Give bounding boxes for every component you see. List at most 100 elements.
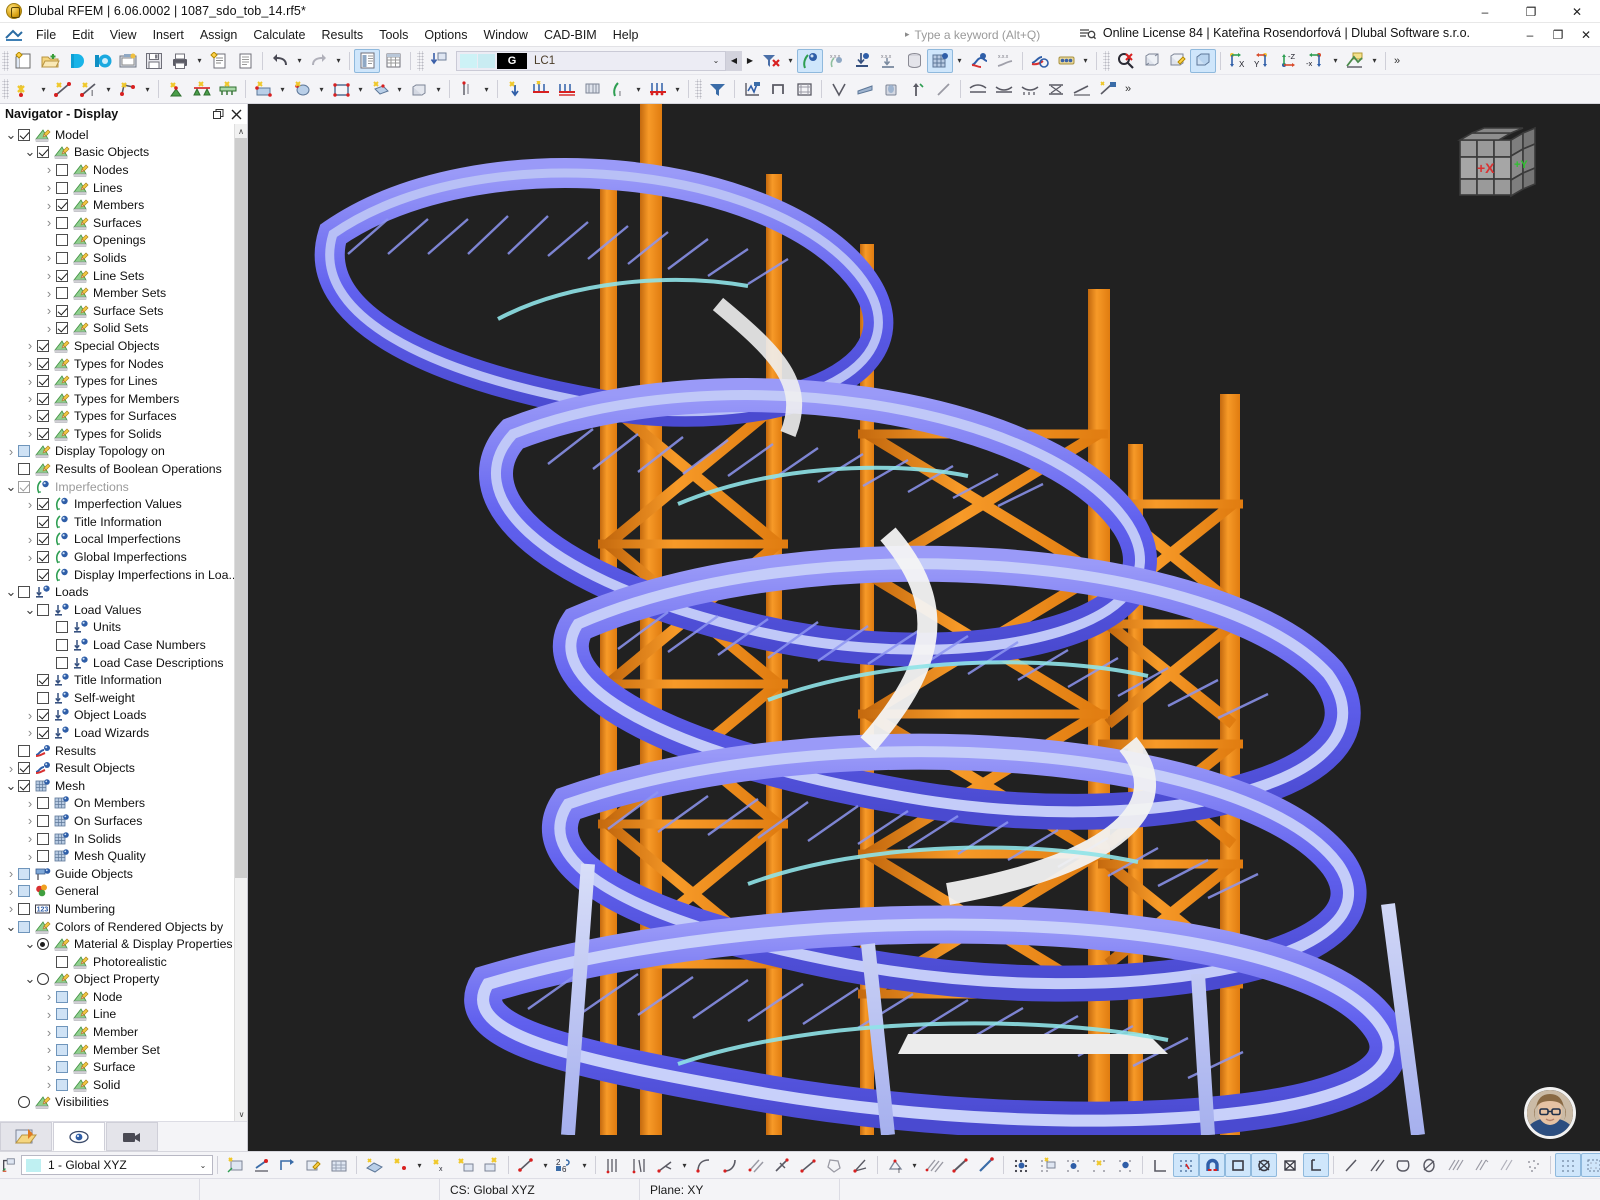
select-all-button[interactable] (1112, 1153, 1138, 1177)
cs-dropdown-caret[interactable]: ⌄ (194, 1161, 212, 1170)
solid-dropdown-caret[interactable]: ▾ (315, 77, 328, 101)
parallel-snap-button[interactable] (1364, 1153, 1390, 1177)
tree-radio[interactable] (37, 973, 49, 986)
object-snap-settings-button[interactable]: I (882, 1153, 908, 1177)
tree-item-guide-objects[interactable]: Guide Objects (0, 865, 234, 883)
3d-viewport[interactable]: +X +Y (248, 104, 1600, 1151)
tree-item-visibilities[interactable]: Visibilities (0, 1094, 234, 1112)
tree-radio[interactable] (18, 1096, 30, 1109)
tree-item-on-members[interactable]: On Members (0, 795, 234, 813)
open-model-button[interactable] (37, 49, 63, 73)
view-in-minus-z-direction-button[interactable]: -Z (1277, 49, 1303, 73)
select-by-type-button[interactable] (1060, 1153, 1086, 1177)
view-in-minus-x-direction-button[interactable]: -x (1303, 49, 1329, 73)
tree-item-photorealistic[interactable]: Photorealistic (0, 953, 234, 971)
tree-item-special-objects[interactable]: Special Objects (0, 337, 234, 355)
tree-twisty-collapsed-icon[interactable] (42, 197, 56, 214)
doc-minimize-button[interactable]: – (1516, 23, 1544, 47)
tree-item-on-surfaces[interactable]: On Surfaces (0, 812, 234, 830)
mesh-dropdown-caret[interactable]: ▾ (953, 49, 966, 73)
tree-twisty-collapsed-icon[interactable] (42, 302, 56, 319)
menu-results[interactable]: Results (314, 24, 372, 46)
snap-to-object-button[interactable] (452, 1153, 478, 1177)
edit-coordinate-system-button[interactable] (300, 1153, 326, 1177)
new-imperfection-button[interactable]: I (606, 77, 632, 101)
member-internal-forces-button[interactable] (991, 77, 1017, 101)
tree-checkbox[interactable] (56, 181, 68, 194)
arc-snap-button[interactable] (1390, 1153, 1416, 1177)
undo-button[interactable] (267, 49, 293, 73)
tree-item-global-imperfections[interactable]: Global Imperfections (0, 548, 234, 566)
tree-checkbox[interactable] (37, 814, 49, 827)
tree-twisty-expanded-icon[interactable] (23, 971, 37, 988)
new-rigid-link-button[interactable] (454, 77, 480, 101)
tree-item-title-information[interactable]: Title Information (0, 671, 234, 689)
tree-twisty-expanded-icon[interactable] (23, 936, 37, 953)
tree-checkbox[interactable] (18, 885, 30, 898)
tree-checkbox[interactable] (37, 709, 49, 722)
tree-twisty-collapsed-icon[interactable] (42, 161, 56, 178)
visibility-dropdown-caret[interactable]: ▾ (1368, 49, 1381, 73)
menu-assign[interactable]: Assign (192, 24, 246, 46)
tree-twisty-collapsed-icon[interactable] (23, 724, 37, 741)
ellipse-snap-button[interactable] (1416, 1153, 1442, 1177)
new-surface-load-button[interactable] (580, 77, 606, 101)
tree-checkbox[interactable] (37, 674, 49, 687)
tree-item-basic-objects[interactable]: Basic Objects (0, 144, 234, 162)
show-results-button[interactable] (966, 49, 992, 73)
tree-item-result-objects[interactable]: Result Objects (0, 759, 234, 777)
new-surface-button[interactable] (250, 77, 276, 101)
new-model-button[interactable] (11, 49, 37, 73)
tree-twisty-expanded-icon[interactable] (4, 478, 18, 495)
tree-twisty-collapsed-icon[interactable] (4, 865, 18, 882)
tree-checkbox[interactable] (37, 410, 49, 423)
tree-checkbox[interactable] (18, 902, 30, 915)
visibility-mode-button[interactable] (1342, 49, 1368, 73)
tree-item-display-imperfections-in-loa[interactable]: Display Imperfections in Loa... (0, 566, 234, 584)
line-dropdown-caret[interactable]: ▾ (102, 77, 115, 101)
menu-file[interactable]: File (28, 24, 64, 46)
tree-checkbox[interactable] (37, 726, 49, 739)
angle-dropdown-caret[interactable]: ▾ (678, 1153, 691, 1177)
clear-filter-button[interactable] (758, 49, 784, 73)
tree-checkbox[interactable] (56, 163, 68, 176)
tree-item-imperfections[interactable]: Imperfections (0, 478, 234, 496)
tree-checkbox[interactable] (18, 445, 30, 458)
tree-twisty-collapsed-icon[interactable] (23, 355, 37, 372)
tree-checkbox[interactable] (37, 515, 49, 528)
navigator-close-icon[interactable] (227, 105, 245, 123)
model-info-button[interactable] (115, 49, 141, 73)
plane-snap-toggle[interactable] (1303, 1153, 1329, 1177)
tree-item-model[interactable]: Model (0, 126, 234, 144)
new-line-load-button[interactable] (554, 77, 580, 101)
tree-item-types-for-members[interactable]: Types for Members (0, 390, 234, 408)
tree-checkbox[interactable] (37, 392, 49, 405)
tree-item-node[interactable]: Node (0, 988, 234, 1006)
tree-item-surfaces[interactable]: Surfaces (0, 214, 234, 232)
scroll-down-arrow[interactable]: ∨ (235, 1107, 247, 1121)
tree-checkbox[interactable] (56, 251, 68, 264)
tree-twisty-collapsed-icon[interactable] (23, 830, 37, 847)
scrollbar-thumb[interactable] (235, 138, 247, 878)
tree-twisty-collapsed-icon[interactable] (42, 267, 56, 284)
point-on-line-button[interactable] (847, 1153, 873, 1177)
tree-checkbox[interactable] (56, 990, 68, 1003)
next-load-case-button[interactable]: ▶ (742, 51, 758, 71)
object-snap-toggle[interactable] (1199, 1153, 1225, 1177)
tree-twisty-expanded-icon[interactable] (4, 777, 18, 794)
tree-twisty-collapsed-icon[interactable] (23, 390, 37, 407)
tree-item-solid[interactable]: Solid (0, 1076, 234, 1094)
menu-cad-bim[interactable]: CAD-BIM (536, 24, 605, 46)
slab-deflection-button[interactable] (852, 77, 878, 101)
perpendicular-line-button[interactable] (769, 1153, 795, 1177)
move-coordinate-system-button[interactable] (274, 1153, 300, 1177)
tree-item-line-sets[interactable]: Line Sets (0, 267, 234, 285)
tree-item-member[interactable]: Member (0, 1023, 234, 1041)
new-member-button[interactable] (115, 77, 141, 101)
snap-to-node-button[interactable] (387, 1153, 413, 1177)
doc-restore-button[interactable]: ❐ (1544, 23, 1572, 47)
work-plane-button[interactable] (361, 1153, 387, 1177)
opening-dropdown-caret[interactable]: ▾ (354, 77, 367, 101)
tree-twisty-collapsed-icon[interactable] (42, 1006, 56, 1023)
tree-checkbox[interactable] (56, 1008, 68, 1021)
